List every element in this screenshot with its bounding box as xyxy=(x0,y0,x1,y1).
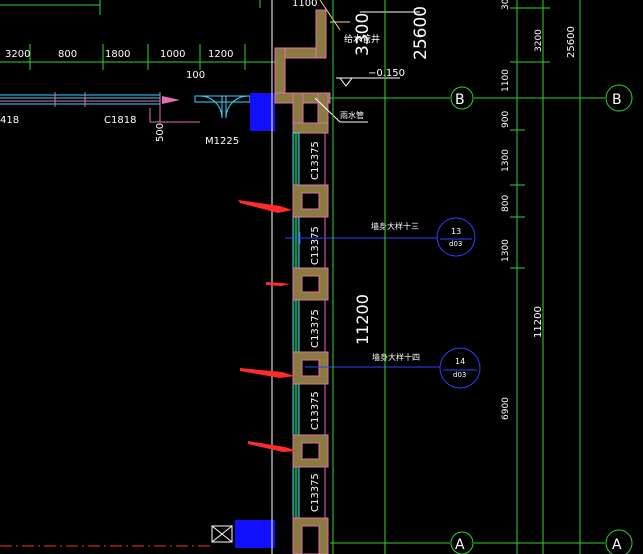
axis-b-mid-label: B xyxy=(455,92,465,108)
dim-1200: 1200 xyxy=(208,49,233,60)
dim-1800: 1800 xyxy=(105,49,130,60)
window-label-c13375-1: C13375 xyxy=(310,141,321,180)
right-dim-900: 900 xyxy=(501,111,511,128)
dim-500: 500 xyxy=(155,123,166,142)
elevation-mark xyxy=(339,77,353,87)
pilaster-3 xyxy=(292,351,329,385)
bubble-13-ref: d03 xyxy=(449,240,462,248)
window-label-c1818: C1818 xyxy=(104,115,136,126)
column-blue-top xyxy=(250,93,275,131)
right-dim-1300b: 1300 xyxy=(501,239,511,262)
elev-minus-0150: −0.150 xyxy=(368,68,405,79)
right-dim-6900: 6900 xyxy=(501,397,511,420)
detail-label-13: 墙身大样十三 xyxy=(371,221,419,231)
right-dim-11200: 11200 xyxy=(533,306,544,338)
dim-11200-big: 11200 xyxy=(353,294,372,345)
dim-800: 800 xyxy=(58,49,77,60)
dim-1000: 1000 xyxy=(160,49,185,60)
cad-drawing-canvas: 3200 800 1800 1000 1200 600 100 1100 418… xyxy=(0,0,643,554)
window-label-c13375-3: C13375 xyxy=(310,309,321,348)
bubble-14-num: 14 xyxy=(455,357,465,366)
right-dim-3200: 3200 xyxy=(534,29,544,52)
pilaster-5 xyxy=(292,517,329,554)
column-blue-bottom xyxy=(235,520,275,548)
window-band-left xyxy=(0,92,200,123)
axis-b-right-label: B xyxy=(612,92,622,108)
bubble-14-ref: d03 xyxy=(453,371,466,379)
right-dimension-chains xyxy=(510,0,581,554)
red-arrow-3 xyxy=(240,368,295,378)
floor-plan-svg: 3200 800 1800 1000 1200 600 100 1100 418… xyxy=(0,0,633,554)
window-label-c13375-5: C13375 xyxy=(310,473,321,512)
window-label-c13375-2: C13375 xyxy=(310,226,321,265)
pilaster-1 xyxy=(292,184,329,218)
dim-1100-top: 1100 xyxy=(292,0,317,9)
elev-25600: 25600 xyxy=(411,6,431,60)
pilaster-2 xyxy=(292,267,329,301)
axis-a-right-label: A xyxy=(612,537,622,553)
bubble-13-num: 13 xyxy=(451,227,461,236)
detail-label-14: 墙身大样十四 xyxy=(372,352,420,362)
door-label-m1225: M1225 xyxy=(205,136,239,147)
axis-a-mid-label: A xyxy=(455,537,465,553)
right-dim-1300a: 1300 xyxy=(501,149,511,172)
red-arrow-2 xyxy=(266,282,290,286)
right-dim-800: 800 xyxy=(501,195,511,212)
dim-100: 100 xyxy=(186,70,205,81)
top-dimension-chain xyxy=(0,0,275,70)
pilaster-4 xyxy=(292,434,329,468)
window-label-c13375-4: C13375 xyxy=(310,391,321,430)
elev-3300: 3300 xyxy=(353,13,373,56)
valve-symbol xyxy=(211,525,233,543)
window-label-418: 418 xyxy=(0,115,19,126)
right-dim-30: 30 xyxy=(501,0,511,10)
rain-pipe-label: 雨水管 xyxy=(340,110,364,120)
dim-800-left: 3200 xyxy=(5,49,30,60)
door-m1225 xyxy=(194,95,251,119)
red-arrow-1 xyxy=(238,200,292,213)
right-dim-1100: 1100 xyxy=(501,69,511,92)
right-dim-25600: 25600 xyxy=(566,26,577,58)
